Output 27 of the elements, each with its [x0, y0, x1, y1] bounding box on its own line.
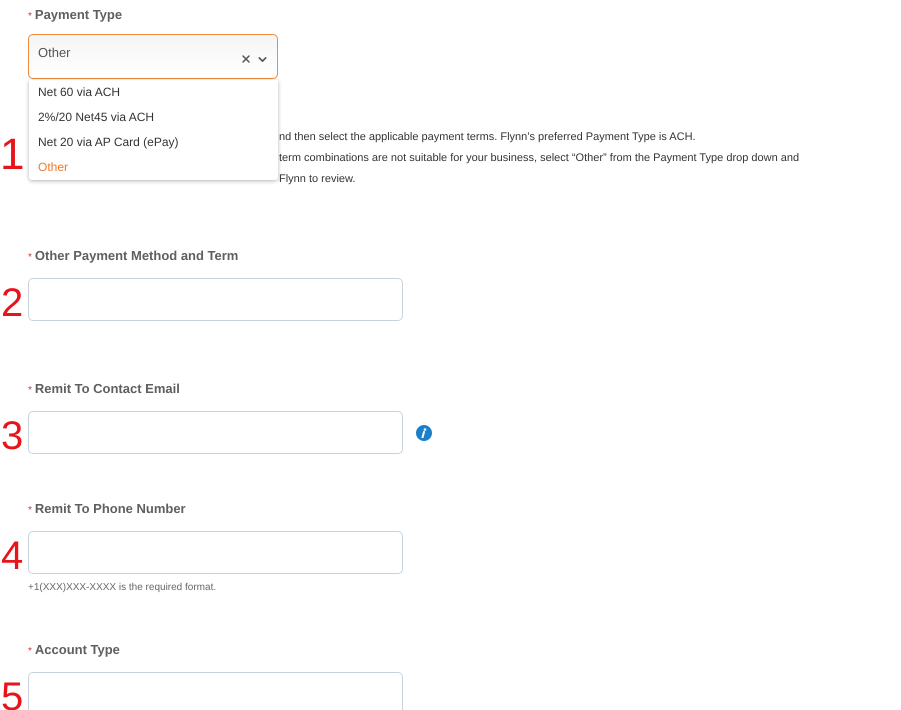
info-icon[interactable] — [416, 424, 432, 440]
help-text: term combinations are not suitable for your business, select “Other” from the Payment Type drop down and — [279, 151, 800, 166]
dropdown-option[interactable]: 2%/20 Net45 via ACH — [29, 105, 278, 130]
help-text: Flynn to review. — [279, 172, 356, 187]
field-label: Remit To Phone Number — [34, 501, 186, 516]
help-text: nd then select the applicable payment terms. Flynn’s preferred Payment Type is ACH. — [279, 130, 697, 145]
annotation-number: 4 — [1, 536, 24, 576]
input-field[interactable] — [28, 531, 403, 574]
field-label: Remit To Contact Email — [34, 381, 180, 396]
dropdown-option[interactable]: Net 60 via ACH — [29, 80, 278, 105]
field-label: Account Type — [34, 642, 120, 657]
input-field[interactable] — [28, 411, 403, 454]
required-asterisk: * — [28, 11, 32, 22]
annotation-number: 2 — [1, 283, 24, 323]
dropdown-option[interactable]: Net 20 via AP Card (ePay) — [29, 130, 278, 155]
annotation-number: 1 — [0, 133, 24, 177]
required-asterisk: * — [28, 646, 32, 657]
required-asterisk: * — [28, 505, 32, 516]
clear-icon[interactable] — [240, 53, 252, 65]
annotation-number: 3 — [1, 416, 24, 456]
format-hint: +1(XXX)XXX-XXXX is the required format. — [28, 582, 218, 593]
field-label: Other Payment Method and Term — [34, 248, 238, 263]
required-asterisk: * — [28, 252, 32, 263]
field-label: Payment Type — [34, 7, 122, 22]
required-asterisk: * — [28, 385, 32, 396]
input-field[interactable] — [28, 278, 403, 321]
input-field[interactable] — [28, 672, 403, 710]
